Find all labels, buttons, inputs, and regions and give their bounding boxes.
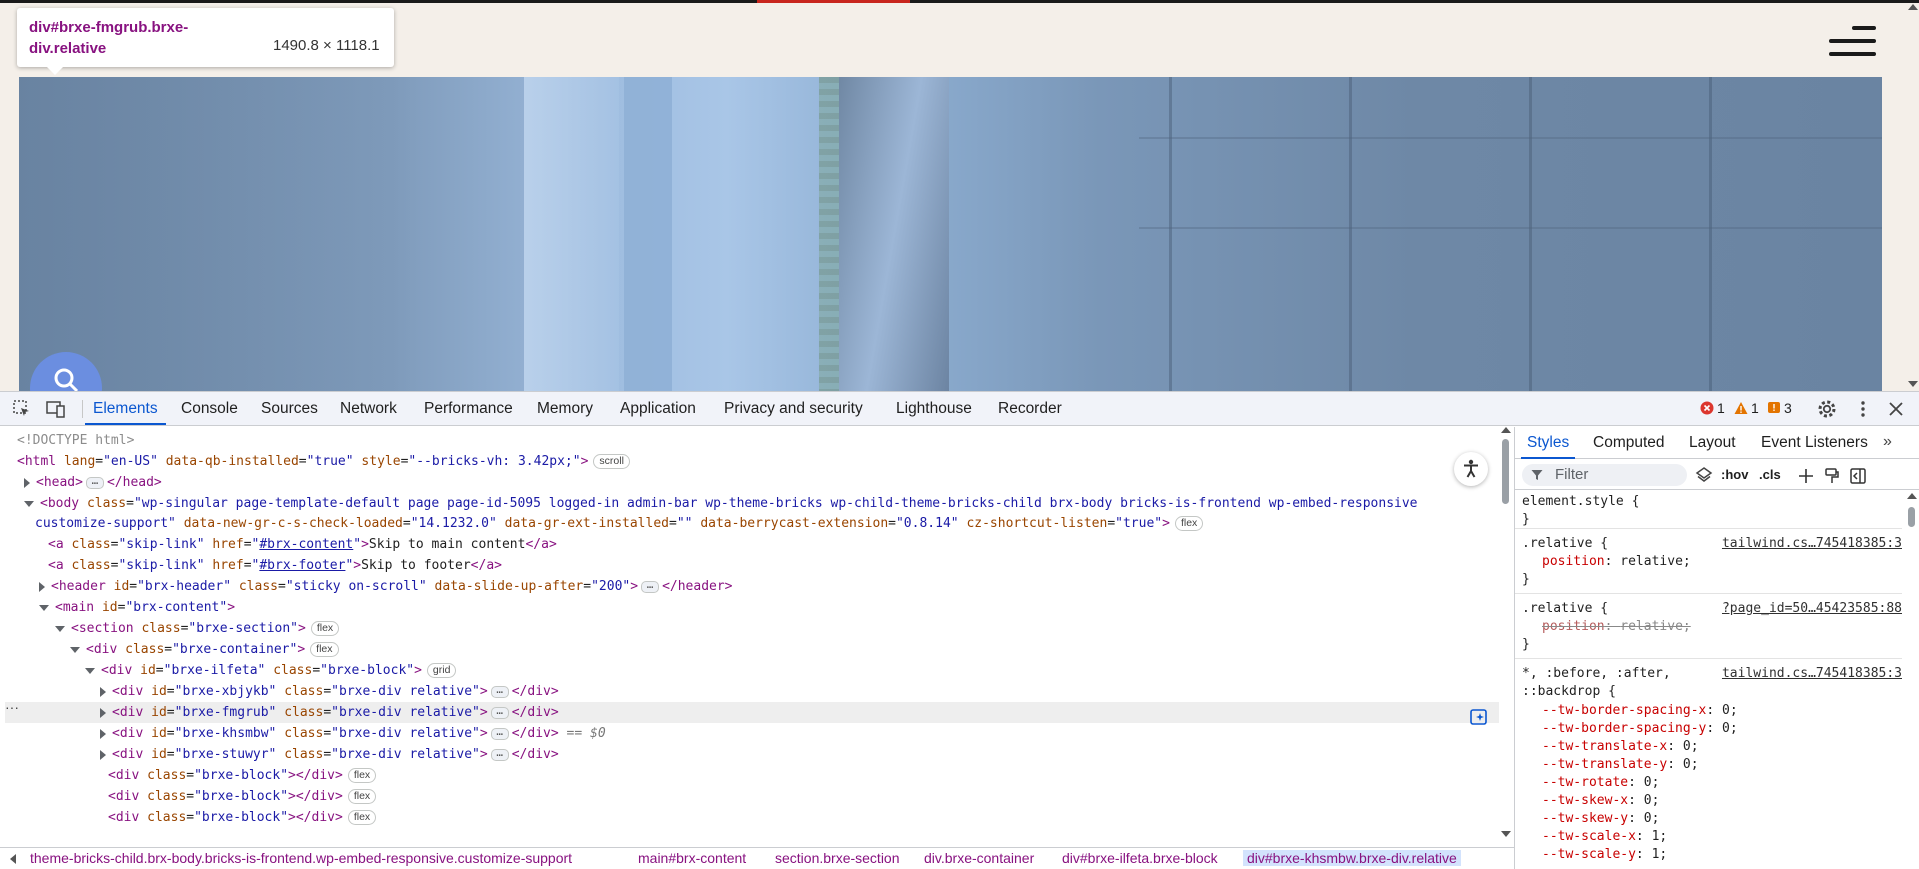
accessibility-tree-button[interactable]	[1454, 452, 1488, 486]
add-rule-icon[interactable]	[1797, 467, 1815, 485]
devtools-panel: Elements Console Sources Network Perform…	[0, 391, 1919, 869]
styles-filter-input[interactable]: Filter	[1522, 464, 1687, 486]
tree-brxe-block-2[interactable]: <div class="brxe-block"></div> flex	[108, 786, 377, 807]
rule-source-link[interactable]: tailwind.cs…745418385:3	[1722, 535, 1902, 553]
tree-container[interactable]: <div class="brxe-container"> flex	[70, 639, 339, 660]
tab-event-listeners[interactable]: Event Listeners	[1761, 427, 1868, 459]
layers-icon[interactable]	[1695, 466, 1713, 484]
tree-div-fmgrub[interactable]: <div id="brxe-fmgrub" class="brxe-div re…	[5, 702, 1499, 723]
toggle-sidebar-icon[interactable]	[1849, 467, 1867, 485]
dom-tree[interactable]: <!DOCTYPE html> <html lang="en-US" data-…	[0, 427, 1514, 837]
breadcrumb-body[interactable]: theme-bricks-child.brx-body.bricks-is-fr…	[30, 850, 572, 866]
rule-relative-1[interactable]: .relative { tailwind.cs…745418385:3 posi…	[1515, 529, 1902, 594]
tab-lighthouse[interactable]: Lighthouse	[896, 392, 972, 425]
header-top-border	[0, 0, 1919, 3]
tab-elements[interactable]: Elements	[85, 392, 166, 425]
tab-performance[interactable]: Performance	[424, 392, 513, 425]
tree-main[interactable]: <main id="brx-content">	[39, 597, 235, 618]
tab-recorder[interactable]: Recorder	[998, 392, 1062, 425]
inspect-element-icon[interactable]	[12, 399, 32, 419]
settings-gear-icon[interactable]	[1817, 399, 1837, 419]
devtools-tabbar: Elements Console Sources Network Perform…	[0, 392, 1919, 426]
filter-icon	[1531, 470, 1543, 480]
tree-doctype[interactable]: <!DOCTYPE html>	[17, 430, 134, 451]
scroll-badge[interactable]: scroll	[593, 454, 630, 469]
more-tabs-icon[interactable]: »	[1883, 433, 1892, 451]
styles-pane: Styles Computed Layout Event Listeners »…	[1515, 427, 1919, 869]
rule-source-link[interactable]: tailwind.cs…745418385:3	[1722, 665, 1902, 683]
tree-head[interactable]: <head>… </head>	[24, 472, 162, 493]
page-viewport: div#brxe-fmgrub.brxe-div.relative 1490.8…	[0, 0, 1919, 391]
hero-image	[19, 77, 1882, 391]
warning-icon	[1734, 402, 1748, 414]
dom-breadcrumb: theme-bricks-child.brx-body.bricks-is-fr…	[0, 847, 1514, 869]
tab-styles[interactable]: Styles	[1520, 427, 1576, 459]
close-devtools-icon[interactable]	[1886, 399, 1906, 419]
tab-privacy-security[interactable]: Privacy and security	[724, 392, 863, 425]
error-count-badge[interactable]: 1	[1700, 400, 1725, 416]
styles-filter-row: Filter :hov .cls	[1515, 460, 1919, 490]
tab-computed[interactable]: Computed	[1593, 427, 1665, 459]
styles-tabbar: Styles Computed Layout Event Listeners »	[1515, 427, 1919, 459]
rule-universal[interactable]: *, :before, :after, tailwind.cs…74541838…	[1515, 659, 1902, 869]
breadcrumb-section[interactable]: section.brxe-section	[775, 850, 900, 866]
breadcrumb-scroll-left-icon[interactable]	[10, 854, 16, 864]
tree-brxe-block-1[interactable]: <div class="brxe-block"></div> flex	[108, 765, 377, 786]
tab-network[interactable]: Network	[340, 392, 397, 425]
search-icon	[54, 368, 79, 391]
issue-icon	[1768, 402, 1780, 413]
page-scrollbar[interactable]	[1905, 0, 1919, 391]
tree-div-xbjykb[interactable]: <div id="brxe-xbjykb" class="brxe-div re…	[100, 681, 559, 702]
hover-state-toggle[interactable]: :hov	[1721, 467, 1748, 482]
tab-sources[interactable]: Sources	[261, 392, 318, 425]
tree-brxe-block-3[interactable]: <div class="brxe-block"></div> flex	[108, 807, 377, 828]
tree-section[interactable]: <section class="brxe-section"> flex	[55, 618, 340, 639]
dom-tree-scrollbar[interactable]	[1497, 427, 1514, 837]
accessibility-icon	[1464, 459, 1478, 478]
tab-memory[interactable]: Memory	[537, 392, 593, 425]
scroll-up-icon[interactable]	[1908, 4, 1918, 10]
more-options-icon[interactable]	[1853, 399, 1873, 419]
tab-layout[interactable]: Layout	[1689, 427, 1736, 459]
scroll-down-icon[interactable]	[1908, 381, 1918, 387]
tree-div-stuwyr[interactable]: <div id="brxe-stuwyr" class="brxe-div re…	[100, 744, 559, 765]
error-icon	[1700, 401, 1714, 415]
element-inspect-tooltip: div#brxe-fmgrub.brxe-div.relative 1490.8…	[17, 8, 394, 75]
tree-body[interactable]: <body class="wp-singular page-template-d…	[24, 493, 1418, 514]
ai-assistance-icon[interactable]	[1469, 707, 1489, 727]
breadcrumb-selected[interactable]: div#brxe-khsmbw.brxe-div.relative	[1243, 850, 1461, 866]
tree-header[interactable]: <header id="brx-header" class="sticky on…	[39, 576, 733, 597]
tree-skip-link-2[interactable]: <a class="skip-link" href="#brx-footer">…	[48, 555, 502, 576]
warning-count-badge[interactable]: 1	[1734, 400, 1759, 416]
rule-relative-2[interactable]: .relative { ?page_id=50…45423585:88 posi…	[1515, 594, 1902, 659]
tree-skip-link-1[interactable]: <a class="skip-link" href="#brx-content"…	[48, 534, 557, 555]
styles-scrollbar[interactable]	[1904, 491, 1919, 869]
breadcrumb-container[interactable]: div.brxe-container	[924, 850, 1034, 866]
breadcrumb-block[interactable]: div#brxe-ilfeta.brxe-block	[1062, 850, 1218, 866]
node-actions-ellipsis[interactable]: ···	[5, 699, 19, 715]
rule-element-style[interactable]: element.style { }	[1515, 491, 1902, 529]
tree-body-cont[interactable]: customize-support" data-new-gr-c-s-check…	[35, 513, 1204, 534]
tooltip-element-name: div#brxe-fmgrub.brxe-div.relative	[29, 19, 189, 57]
expand-arrow-icon[interactable]	[24, 477, 30, 488]
breadcrumb-main[interactable]: main#brx-content	[638, 850, 746, 866]
paint-brush-icon[interactable]	[1823, 467, 1841, 485]
tooltip-element-size: 1490.8 × 1118.1	[273, 37, 380, 54]
class-toggle[interactable]: .cls	[1759, 467, 1781, 482]
device-toolbar-icon[interactable]	[46, 399, 66, 419]
tab-console[interactable]: Console	[181, 392, 238, 425]
rule-source-link[interactable]: ?page_id=50…45423585:88	[1722, 600, 1902, 618]
tree-block-ilfeta[interactable]: <div id="brxe-ilfeta" class="brxe-block"…	[85, 660, 457, 681]
menu-hamburger-button[interactable]	[1829, 26, 1876, 56]
tree-html[interactable]: <html lang="en-US" data-qb-installed="tr…	[17, 451, 630, 472]
collapse-arrow-icon[interactable]	[24, 500, 34, 507]
tab-application[interactable]: Application	[620, 392, 696, 425]
header-accent-bar	[757, 0, 910, 3]
tree-div-khsmbw[interactable]: <div id="brxe-khsmbw" class="brxe-div re…	[100, 723, 606, 744]
issues-count-badge[interactable]: 3	[1767, 400, 1792, 416]
